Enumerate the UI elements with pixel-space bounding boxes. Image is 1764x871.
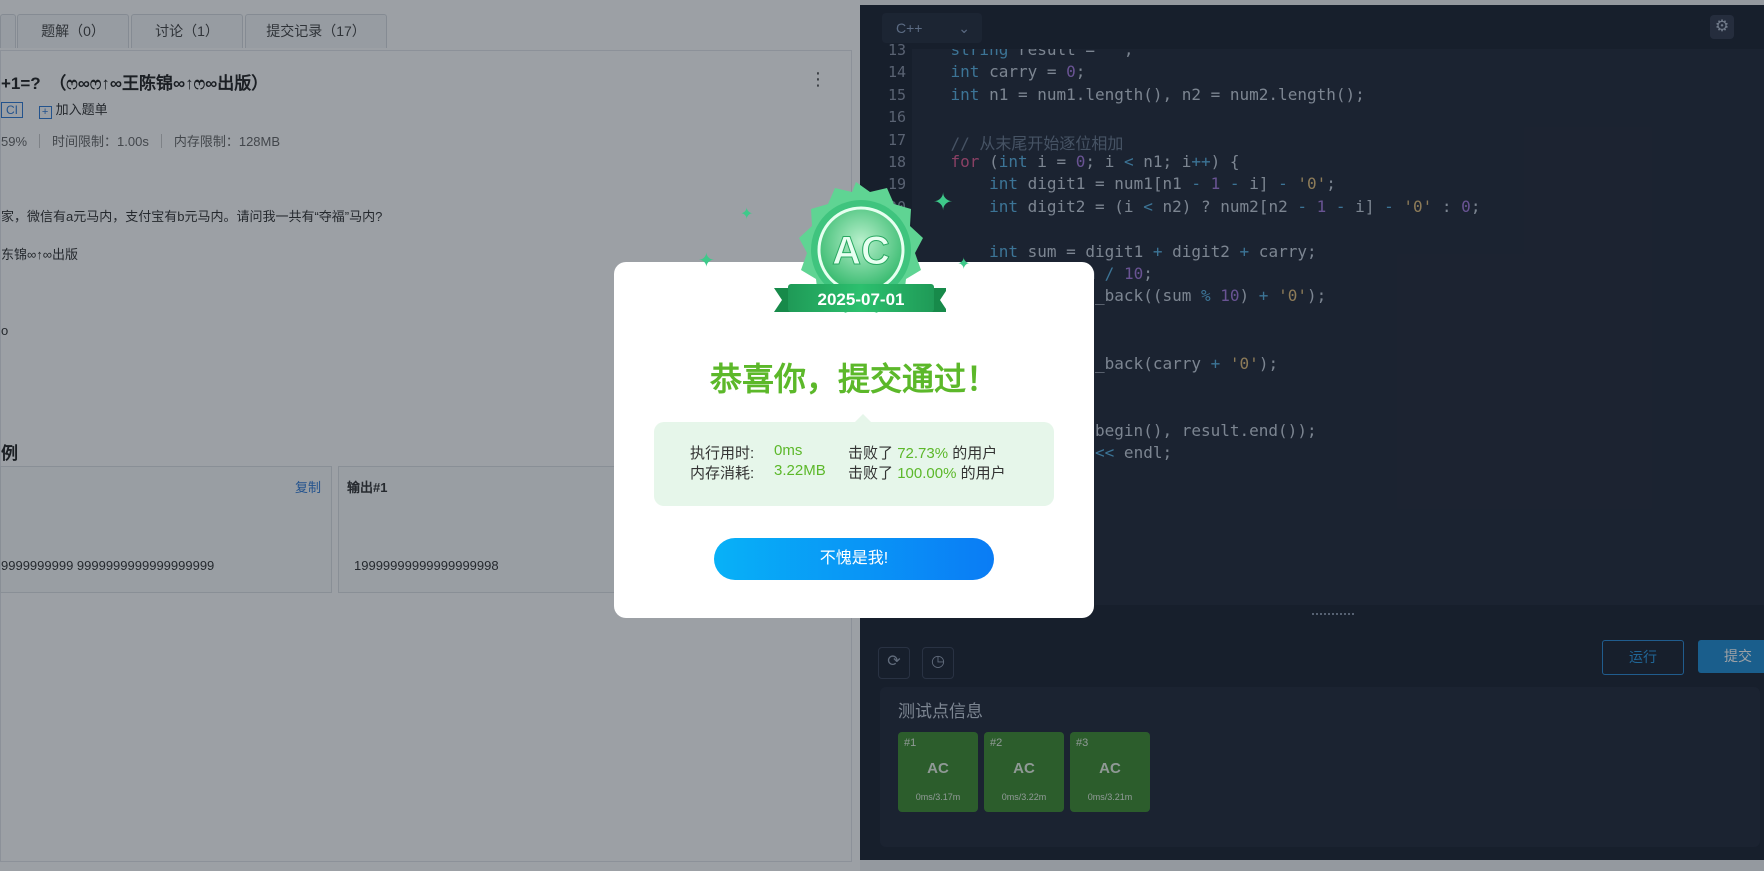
memory-percentile: 100.00%	[897, 465, 957, 482]
sparkle-icon: ✦	[957, 256, 971, 273]
sparkle-icon: ✦	[740, 206, 754, 223]
success-title: 恭喜你，提交通过！	[709, 361, 998, 397]
confirm-button[interactable]: 不愧是我!	[714, 538, 994, 580]
runtime-value: 0ms	[774, 442, 803, 459]
performance-stats: 执行用时: 0ms 击败了 72.73% 的用户 内存消耗: 3.22MB 击败…	[654, 422, 1054, 506]
badge-text: AC	[832, 229, 890, 273]
ac-badge-icon: AC 2025-07-01	[774, 182, 946, 313]
sparkle-icon: ✦	[698, 250, 715, 272]
runtime-percentile: 72.73%	[897, 445, 949, 462]
badge-date: 2025-07-01	[818, 290, 905, 309]
memory-value: 3.22MB	[774, 462, 826, 479]
